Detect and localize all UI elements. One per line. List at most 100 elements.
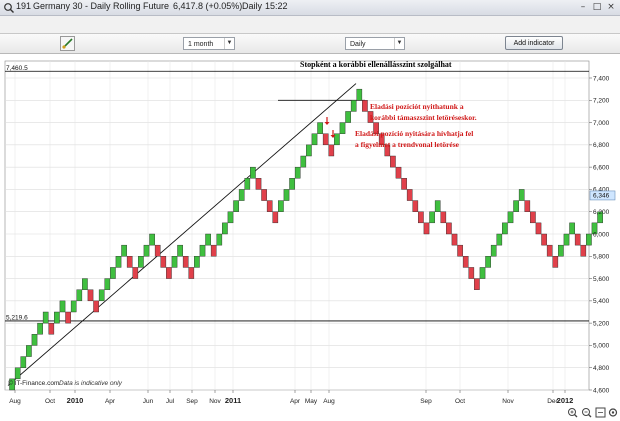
brick-up	[14, 367, 21, 380]
brick-down	[524, 200, 531, 212]
brick-down	[87, 289, 94, 302]
brick-down	[451, 233, 458, 246]
footer-note: Data is indicative only	[59, 380, 123, 387]
y-tick-label: 5,200	[593, 320, 610, 327]
y-tick-label: 4,800	[593, 365, 610, 372]
brick-down	[423, 222, 430, 235]
brick-up	[513, 200, 519, 212]
brick-up	[434, 200, 441, 212]
annotation-text: Eladási pozíciót nyithatunk a	[370, 102, 464, 111]
brick-up	[138, 256, 144, 268]
brick-up	[70, 300, 77, 313]
brick-up	[143, 244, 150, 257]
y-tick-label: 5,400	[593, 298, 610, 305]
brick-down	[541, 233, 547, 246]
brick-down	[418, 211, 424, 224]
brick-down	[182, 256, 189, 268]
settings-icon[interactable]	[608, 408, 618, 417]
brick-up	[339, 122, 346, 134]
brick-down	[390, 155, 396, 168]
zoom-in-icon[interactable]	[568, 408, 578, 418]
brick-up	[350, 100, 357, 112]
interval-select[interactable]: Daily ▼	[345, 37, 405, 50]
x-tick-label: 2012	[557, 396, 574, 405]
y-tick-label: 6,600	[593, 164, 610, 171]
y-tick-label: 5,000	[593, 343, 610, 350]
brick-up	[59, 300, 66, 313]
brick-up	[345, 111, 351, 123]
title-price: 6,417.8 (+0.05%)	[173, 1, 243, 11]
close-icon[interactable]: ×	[606, 3, 616, 12]
minimize-icon[interactable]: –	[578, 3, 588, 12]
brick-up	[177, 244, 183, 257]
brick-up	[317, 122, 323, 134]
y-tick-label: 6,200	[593, 209, 610, 216]
brick-down	[255, 178, 262, 190]
brick-down	[580, 244, 587, 257]
chevron-down-icon[interactable]: ▼	[224, 38, 234, 49]
brick-down	[574, 233, 581, 246]
brick-up	[558, 244, 564, 257]
brick-down	[406, 189, 413, 201]
renko-chart[interactable]: 7,460.5 5,219.6 4,600 4,800 5,000 5,200 5,400…	[0, 54, 620, 421]
brick-up	[194, 256, 200, 268]
brick-up	[356, 88, 363, 101]
brick-up	[216, 233, 223, 246]
brick-up	[121, 244, 127, 257]
brick-down	[530, 211, 536, 224]
brick-down	[401, 178, 407, 190]
brick-up	[20, 356, 27, 368]
brick-up	[26, 345, 32, 357]
brick-down	[154, 244, 161, 257]
brick-down	[160, 256, 167, 268]
brick-up	[244, 178, 251, 190]
y-tick-label: 7,000	[593, 120, 610, 127]
x-tick-label: Aug	[323, 398, 335, 405]
brick-down	[552, 256, 559, 268]
x-tick-label: Sep	[420, 398, 432, 405]
add-indicator-button[interactable]: Add indicator	[505, 36, 563, 50]
brick-up	[31, 334, 38, 346]
x-tick-label: 2010	[67, 396, 84, 405]
brick-down	[322, 133, 329, 146]
level-label: 7,460.5	[6, 65, 28, 72]
x-tick-label: Jul	[166, 398, 175, 405]
brick-down	[126, 256, 133, 268]
y-tick-label: 7,200	[593, 98, 610, 105]
y-tick-label: 4,600	[593, 387, 610, 394]
brick-up	[199, 244, 206, 257]
top-toolbar	[0, 16, 620, 34]
title-timeframe: Daily	[242, 1, 263, 11]
annotation-text: Eladási pozíció nyitására hívhatja fel	[355, 129, 473, 138]
brick-up	[250, 166, 256, 179]
brick-up	[149, 233, 155, 246]
y-tick-label: 6,800	[593, 142, 610, 149]
brick-up	[205, 233, 211, 246]
brick-down	[266, 200, 273, 212]
period-select[interactable]: 1 month ▼	[183, 37, 235, 50]
x-tick-label: Oct	[45, 398, 55, 405]
maximize-icon[interactable]: □	[592, 3, 602, 12]
brick-up	[490, 244, 497, 257]
brick-up	[54, 311, 60, 324]
x-tick-label: Oct	[455, 398, 465, 405]
brick-up	[76, 289, 83, 302]
x-tick-label: May	[305, 398, 318, 405]
chevron-down-icon[interactable]: ▼	[394, 38, 404, 49]
brick-down	[412, 200, 419, 212]
brick-up	[294, 166, 301, 179]
brick-down	[535, 222, 542, 235]
brick-down	[132, 267, 139, 279]
brick-down	[188, 267, 195, 279]
brick-up	[283, 189, 290, 201]
zoom-out-icon[interactable]	[582, 408, 592, 418]
x-tick-label: Sep	[186, 398, 198, 405]
fit-icon[interactable]	[595, 407, 606, 418]
brick-down	[48, 322, 55, 335]
draw-tool-icon[interactable]	[60, 36, 75, 51]
brick-up	[496, 233, 503, 246]
brick-up	[227, 211, 234, 224]
brick-up	[485, 256, 491, 268]
brick-up	[37, 322, 43, 335]
last-price-label: 6,346	[593, 193, 610, 200]
